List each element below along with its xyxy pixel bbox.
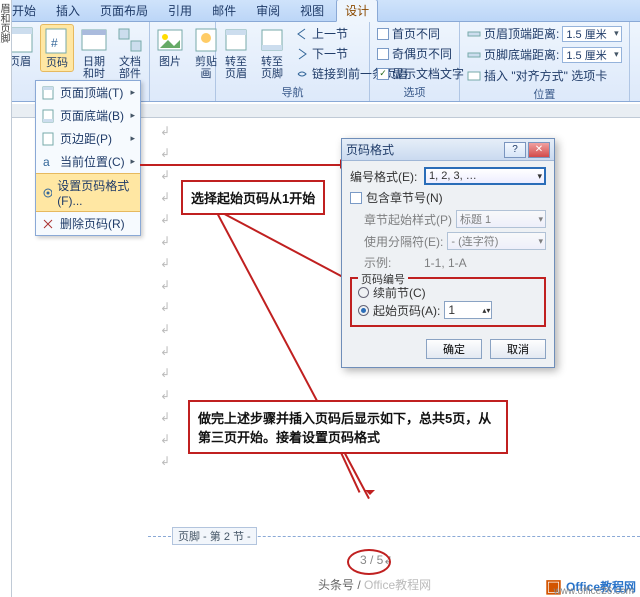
dd-current-pos[interactable]: a当前位置(C)▸ bbox=[36, 150, 140, 173]
insert-align-tab[interactable]: 插入 "对齐方式" 选项卡 bbox=[464, 66, 625, 85]
page-number-icon: # bbox=[43, 27, 71, 55]
tab-design[interactable]: 设计 bbox=[336, 0, 378, 22]
cursor-icon: a bbox=[41, 155, 55, 169]
header-distance-combo[interactable]: 1.5 厘米 bbox=[562, 26, 621, 42]
dd-remove-page-number[interactable]: 删除页码(R) bbox=[36, 212, 140, 235]
ribbon-tabs: 开始 插入 页面布局 引用 邮件 审阅 视图 设计 bbox=[0, 0, 640, 22]
example-value: 1-1, 1-A bbox=[424, 256, 467, 270]
dialog-title: 页码格式 bbox=[346, 141, 394, 158]
credit-text: 头条号 / Office教程网 bbox=[318, 576, 431, 593]
callout-1: 选择起始页码从1开始 bbox=[181, 180, 325, 215]
number-format-combo[interactable]: 1, 2, 3, … bbox=[424, 167, 546, 185]
include-chapter-checkbox[interactable] bbox=[350, 192, 362, 204]
page-number-dropdown: 页面顶端(T)▸ 页面底端(B)▸ 页边距(P)▸ a当前位置(C)▸ 设置页码… bbox=[35, 80, 141, 236]
footer-section-label: 页脚 - 第 2 节 - bbox=[172, 527, 257, 545]
tab-view[interactable]: 视图 bbox=[292, 0, 332, 21]
close-header-footer-button[interactable]: 关闭页眉和页脚 bbox=[634, 24, 640, 106]
group-title: 选项 bbox=[374, 83, 455, 101]
continue-radio[interactable] bbox=[358, 287, 369, 298]
tab-review[interactable]: 审阅 bbox=[248, 0, 288, 21]
dd-page-bottom[interactable]: 页面底端(B)▸ bbox=[36, 104, 140, 127]
tab-references[interactable]: 引用 bbox=[160, 0, 200, 21]
dd-page-top[interactable]: 页面顶端(T)▸ bbox=[36, 81, 140, 104]
chapter-style-label: 章节起始样式(P) bbox=[350, 211, 452, 228]
dialog-close-button[interactable]: ✕ bbox=[528, 142, 550, 158]
diff-first-page[interactable]: 首页不同 bbox=[374, 24, 467, 43]
dialog-help-button[interactable]: ? bbox=[504, 142, 526, 158]
page-number-highlight bbox=[347, 549, 391, 575]
tab-mailings[interactable]: 邮件 bbox=[204, 0, 244, 21]
tab-insert[interactable]: 插入 bbox=[48, 0, 88, 21]
gear-icon bbox=[41, 186, 52, 200]
svg-text:a: a bbox=[43, 155, 50, 169]
picture-button[interactable]: 图片 bbox=[154, 24, 186, 70]
svg-text:#: # bbox=[51, 36, 58, 50]
goto-footer-icon bbox=[258, 26, 286, 54]
page-number-format-dialog: 页码格式 ? ✕ 编号格式(E): 1, 2, 3, … 包含章节号(N) 章节… bbox=[341, 138, 555, 368]
picture-icon bbox=[156, 26, 184, 54]
format-label: 编号格式(E): bbox=[350, 168, 420, 185]
page-numbering-legend: 页码编号 bbox=[358, 271, 408, 287]
dd-page-margin[interactable]: 页边距(P)▸ bbox=[36, 127, 140, 150]
diff-odd-even[interactable]: 奇偶页不同 bbox=[374, 44, 467, 63]
doc-icon bbox=[41, 86, 55, 100]
dialog-titlebar[interactable]: 页码格式 ? ✕ bbox=[342, 139, 554, 161]
header-distance: 页眉顶端距离:1.5 厘米 bbox=[464, 24, 625, 43]
footer-distance: 页脚底端距离:1.5 厘米 bbox=[464, 45, 625, 64]
prev-icon bbox=[295, 27, 309, 41]
group-title: 导航 bbox=[220, 83, 365, 101]
doc-icon bbox=[41, 109, 55, 123]
goto-header-button[interactable]: 转至页眉 bbox=[220, 24, 252, 82]
ruler-icon bbox=[467, 27, 481, 41]
start-at-label: 起始页码(A): bbox=[373, 302, 440, 319]
goto-footer-button[interactable]: 转至页脚 bbox=[256, 24, 288, 82]
left-strip: 眉和页脚 bbox=[0, 0, 12, 597]
start-at-radio[interactable] bbox=[358, 305, 369, 316]
start-at-spinner[interactable]: 1 bbox=[444, 301, 492, 319]
tab-layout[interactable]: 页面布局 bbox=[92, 0, 156, 21]
doc-icon bbox=[41, 132, 55, 146]
next-icon bbox=[295, 47, 309, 61]
calendar-icon bbox=[80, 26, 108, 54]
cancel-button[interactable]: 取消 bbox=[490, 339, 546, 359]
include-chapter-label: 包含章节号(N) bbox=[366, 189, 443, 206]
ruler-icon bbox=[467, 48, 481, 62]
parts-icon bbox=[116, 26, 144, 54]
separator-label: 使用分隔符(E): bbox=[350, 233, 443, 250]
page-number-button[interactable]: #页码 bbox=[40, 24, 74, 72]
separator-combo: - (连字符) bbox=[447, 232, 546, 250]
watermark-url: www.office26.com bbox=[554, 586, 634, 597]
group-title: 位置 bbox=[464, 85, 625, 103]
ok-button[interactable]: 确定 bbox=[426, 339, 482, 359]
tab-icon bbox=[467, 69, 481, 83]
example-label: 示例: bbox=[350, 254, 420, 271]
callout-2: 做完上述步骤并插入页码后显示如下，总共5页，从第三页开始。接着设置页码格式 bbox=[188, 400, 508, 454]
quickparts-button[interactable]: 文档部件 bbox=[114, 24, 146, 82]
link-icon bbox=[295, 67, 309, 81]
show-doc-text[interactable]: ✓显示文档文字 bbox=[374, 64, 467, 83]
footer-distance-combo[interactable]: 1.5 厘米 bbox=[562, 47, 621, 63]
chapter-style-combo: 标题 1 bbox=[456, 210, 546, 228]
goto-header-icon bbox=[222, 26, 250, 54]
dd-format-page-number[interactable]: 设置页码格式(F)... bbox=[36, 173, 140, 212]
delete-icon bbox=[41, 217, 55, 231]
